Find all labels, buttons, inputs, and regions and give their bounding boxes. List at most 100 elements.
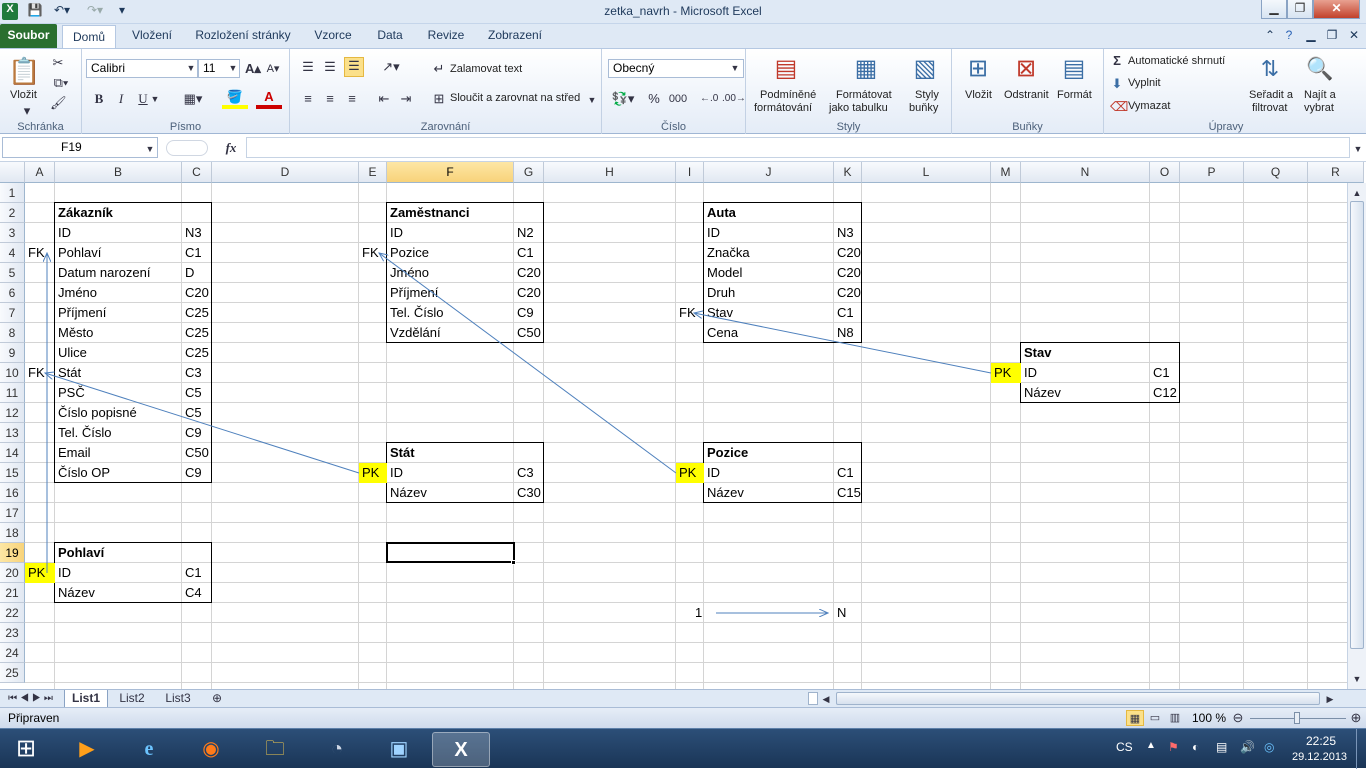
table-stav-title[interactable]: Stav — [1021, 343, 1150, 363]
table-zamestnanci-field-type[interactable]: C20 — [514, 263, 544, 283]
conditional-formatting-label-1[interactable]: Podmíněné — [760, 89, 816, 101]
row-header-16[interactable]: 16 — [0, 483, 25, 503]
fill-icon[interactable]: ⬇ — [1110, 76, 1124, 92]
tab-domu[interactable]: Domů — [62, 25, 116, 49]
column-header-d[interactable]: D — [212, 162, 359, 183]
row-header-13[interactable]: 13 — [0, 423, 25, 443]
increase-indent-icon[interactable]: ⇥ — [398, 91, 414, 107]
start-button-icon[interactable]: ⊞ — [0, 732, 52, 767]
row-header-12[interactable]: 12 — [0, 403, 25, 423]
shrink-font-icon[interactable]: A▾ — [265, 61, 281, 77]
table-zakaznik-field-type[interactable]: C50 — [182, 443, 212, 463]
table-zakaznik-field-name[interactable]: Ulice — [55, 343, 182, 363]
table-pohlavi-field-type[interactable]: C4 — [182, 583, 212, 603]
decrease-indent-icon[interactable]: ⇤ — [376, 91, 392, 107]
picture-viewer-icon[interactable]: ▣ — [370, 732, 428, 767]
table-stav-field-type[interactable]: C12 — [1150, 383, 1180, 403]
zoom-slider-thumb[interactable] — [1294, 712, 1300, 724]
delete-cells-icon[interactable]: ⊠ — [1010, 53, 1042, 85]
table-zakaznik-field-type[interactable]: C20 — [182, 283, 212, 303]
column-header-k[interactable]: K — [834, 162, 862, 183]
paste-button[interactable]: Vložit — [10, 89, 37, 101]
select-all-corner[interactable] — [0, 162, 25, 183]
align-bottom-icon[interactable]: ☰ — [344, 57, 364, 77]
help-icon[interactable]: ? — [1280, 24, 1298, 48]
internet-explorer-icon[interactable]: e — [120, 732, 178, 767]
tab-data[interactable]: Data — [369, 24, 411, 48]
zoom-out-icon[interactable]: ⊖ — [1230, 710, 1246, 726]
row-header-2[interactable]: 2 — [0, 203, 25, 223]
table-stat-title[interactable]: Stát — [387, 443, 514, 463]
format-cells-button[interactable]: Formát — [1057, 89, 1092, 101]
column-header-h[interactable]: H — [544, 162, 676, 183]
row-header-21[interactable]: 21 — [0, 583, 25, 603]
format-as-table-icon[interactable]: ▦ — [850, 53, 882, 85]
sort-filter-label-1[interactable]: Seřadit a — [1249, 89, 1293, 101]
percent-button[interactable]: % — [646, 91, 662, 107]
clock-date[interactable]: 29.12.2013 — [1292, 751, 1347, 763]
table-zamestnanci-field-type[interactable]: C20 — [514, 283, 544, 303]
doc-close-icon[interactable]: ✕ — [1346, 24, 1362, 48]
action-center-icon[interactable]: ⚑ — [1168, 740, 1179, 754]
table-stav-field-name[interactable]: ID — [1021, 363, 1150, 383]
table-zamestnanci-field-name[interactable]: ID — [387, 223, 514, 243]
row-header-3[interactable]: 3 — [0, 223, 25, 243]
name-box-dropdown-icon[interactable]: ▼ — [145, 141, 155, 157]
table-stat-field-type[interactable]: C30 — [514, 483, 544, 503]
table-zakaznik-field-type[interactable]: C5 — [182, 383, 212, 403]
column-header-g[interactable]: G — [514, 162, 544, 183]
worksheet[interactable]: A B C D E F G H I J K L M N O P Q R 1 2 3 4 5 6 7 8 9 10 11 12 13 14 15 1… — [0, 162, 1366, 689]
paste-dropdown-icon[interactable]: ▾ — [22, 103, 32, 119]
table-auta-field-type[interactable]: N8 — [834, 323, 862, 343]
row-header-7[interactable]: 7 — [0, 303, 25, 323]
fill-button[interactable]: Vyplnit — [1128, 77, 1161, 89]
table-zakaznik-field-type[interactable]: C5 — [182, 403, 212, 423]
wrap-text-icon[interactable]: ↵ — [431, 61, 447, 77]
tab-split-handle[interactable] — [808, 692, 818, 705]
table-zakaznik-title[interactable]: Zákazník — [55, 203, 182, 223]
table-pohlavi-pk-marker[interactable]: PK — [25, 563, 55, 583]
table-zakaznik-field-type[interactable]: C25 — [182, 323, 212, 343]
firefox-icon[interactable]: ◉ — [182, 732, 240, 767]
table-zamestnanci-field-name[interactable]: Příjmení — [387, 283, 514, 303]
tray-expand-icon[interactable]: ▲ — [1146, 740, 1156, 751]
table-pohlavi-field-type[interactable]: C1 — [182, 563, 212, 583]
align-middle-icon[interactable]: ☰ — [322, 59, 338, 75]
format-as-table-label-1[interactable]: Formátovat — [836, 89, 892, 101]
grow-font-icon[interactable]: A▴ — [245, 61, 261, 77]
bold-button[interactable]: B — [92, 91, 106, 107]
column-header-e[interactable]: E — [359, 162, 387, 183]
row-header-6[interactable]: 6 — [0, 283, 25, 303]
table-zakaznik-field-name[interactable]: ID — [55, 223, 182, 243]
format-cells-icon[interactable]: ▤ — [1058, 53, 1090, 85]
table-zakaznik-field-type[interactable]: C25 — [182, 343, 212, 363]
table-zamestnanci-field-name[interactable]: Vzdělání — [387, 323, 514, 343]
fill-handle[interactable] — [511, 560, 516, 565]
row-header-23[interactable]: 23 — [0, 623, 25, 643]
horizontal-scroll-thumb[interactable] — [836, 692, 1320, 705]
table-zamestnanci-field-name[interactable]: Jméno — [387, 263, 514, 283]
conditional-formatting-label-2[interactable]: formátování — [754, 102, 812, 114]
row-header-14[interactable]: 14 — [0, 443, 25, 463]
legend-many[interactable]: N — [834, 603, 854, 623]
find-select-icon[interactable]: 🔍 — [1304, 53, 1336, 85]
cell-styles-icon[interactable]: ▧ — [909, 53, 941, 85]
merge-center-button[interactable]: Sloučit a zarovnat na střed — [450, 92, 580, 104]
row-header-1[interactable]: 1 — [0, 183, 25, 203]
underline-dropdown-icon[interactable]: ▼ — [150, 91, 160, 107]
row-header-20[interactable]: 20 — [0, 563, 25, 583]
clear-button[interactable]: Vymazat — [1128, 100, 1170, 112]
legend-one[interactable]: 1 — [692, 603, 712, 623]
row-header-15[interactable]: 15 — [0, 463, 25, 483]
tab-vzorce[interactable]: Vzorce — [307, 24, 359, 48]
page-break-view-icon[interactable]: ▥ — [1166, 710, 1184, 726]
paste-icon[interactable]: 📋 — [8, 55, 40, 87]
font-size-dropdown-icon[interactable]: ▼ — [228, 60, 238, 76]
zoom-level[interactable]: 100 % — [1192, 711, 1226, 725]
table-auta-field-name[interactable]: Cena — [704, 323, 834, 343]
align-right-icon[interactable]: ≡ — [344, 91, 360, 107]
table-auta-field-type[interactable]: C20 — [834, 263, 862, 283]
table-auta-title[interactable]: Auta — [704, 203, 834, 223]
table-zamestnanci-field-type[interactable]: C9 — [514, 303, 544, 323]
table-auta-field-type[interactable]: C20 — [834, 243, 862, 263]
